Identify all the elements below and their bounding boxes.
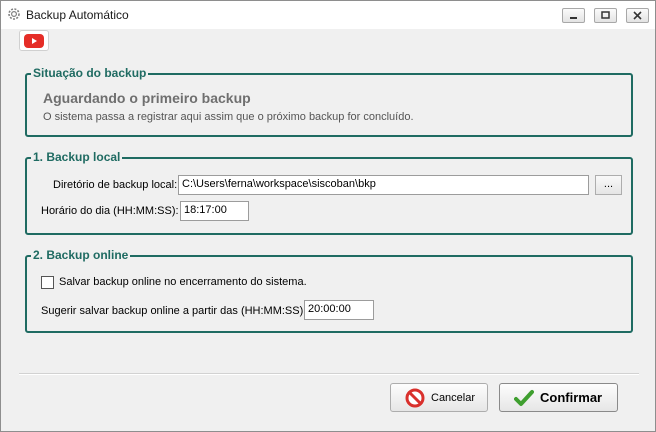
confirm-button[interactable]: Confirmar xyxy=(499,383,618,412)
browse-dir-button[interactable]: ... xyxy=(595,175,622,195)
backup-dialog: Backup Automático Situação do backup Agu… xyxy=(0,0,656,432)
footer-divider xyxy=(19,373,639,375)
minimize-icon xyxy=(570,17,577,19)
local-time-label: Horário do dia (HH:MM:SS): xyxy=(41,205,179,217)
youtube-video-button[interactable] xyxy=(19,30,49,51)
local-backup-title: 1. Backup local xyxy=(31,150,123,164)
status-group: Situação do backup Aguardando o primeiro… xyxy=(25,66,633,137)
cancel-button[interactable]: Cancelar xyxy=(390,383,488,412)
maximize-button[interactable] xyxy=(594,8,617,23)
local-time-input[interactable]: 18:17:00 xyxy=(180,201,249,221)
local-backup-group: 1. Backup local Diretório de backup loca… xyxy=(25,150,633,235)
close-button[interactable] xyxy=(626,8,649,23)
online-backup-checkbox-label[interactable]: Salvar backup online no encerramento do … xyxy=(59,276,307,288)
cancel-icon xyxy=(405,388,425,408)
suggest-time-input[interactable]: 20:00:00 xyxy=(304,300,374,320)
cancel-button-label: Cancelar xyxy=(431,391,476,404)
local-dir-input[interactable]: C:\Users\ferna\workspace\siscoban\bkp xyxy=(178,175,589,195)
window-title: Backup Automático xyxy=(26,8,129,22)
online-backup-title: 2. Backup online xyxy=(31,248,131,262)
status-group-title: Situação do backup xyxy=(31,66,149,80)
backup-status: Aguardando o primeiro backup xyxy=(43,90,251,106)
backup-status-description: O sistema passa a registrar aqui assim q… xyxy=(43,111,414,123)
title-bar[interactable]: Backup Automático xyxy=(1,1,655,29)
close-icon xyxy=(633,11,642,20)
confirm-button-label: Confirmar xyxy=(540,390,603,405)
local-dir-label: Diretório de backup local: xyxy=(53,179,178,191)
gear-icon xyxy=(7,7,21,21)
minimize-button[interactable] xyxy=(562,8,585,23)
youtube-icon xyxy=(24,33,44,48)
suggest-time-label: Sugerir salvar backup online a partir da… xyxy=(41,305,307,317)
online-backup-checkbox[interactable] xyxy=(41,276,54,289)
online-backup-group: 2. Backup online Salvar backup online no… xyxy=(25,248,633,333)
maximize-icon xyxy=(601,11,610,19)
checkmark-icon xyxy=(514,388,534,408)
